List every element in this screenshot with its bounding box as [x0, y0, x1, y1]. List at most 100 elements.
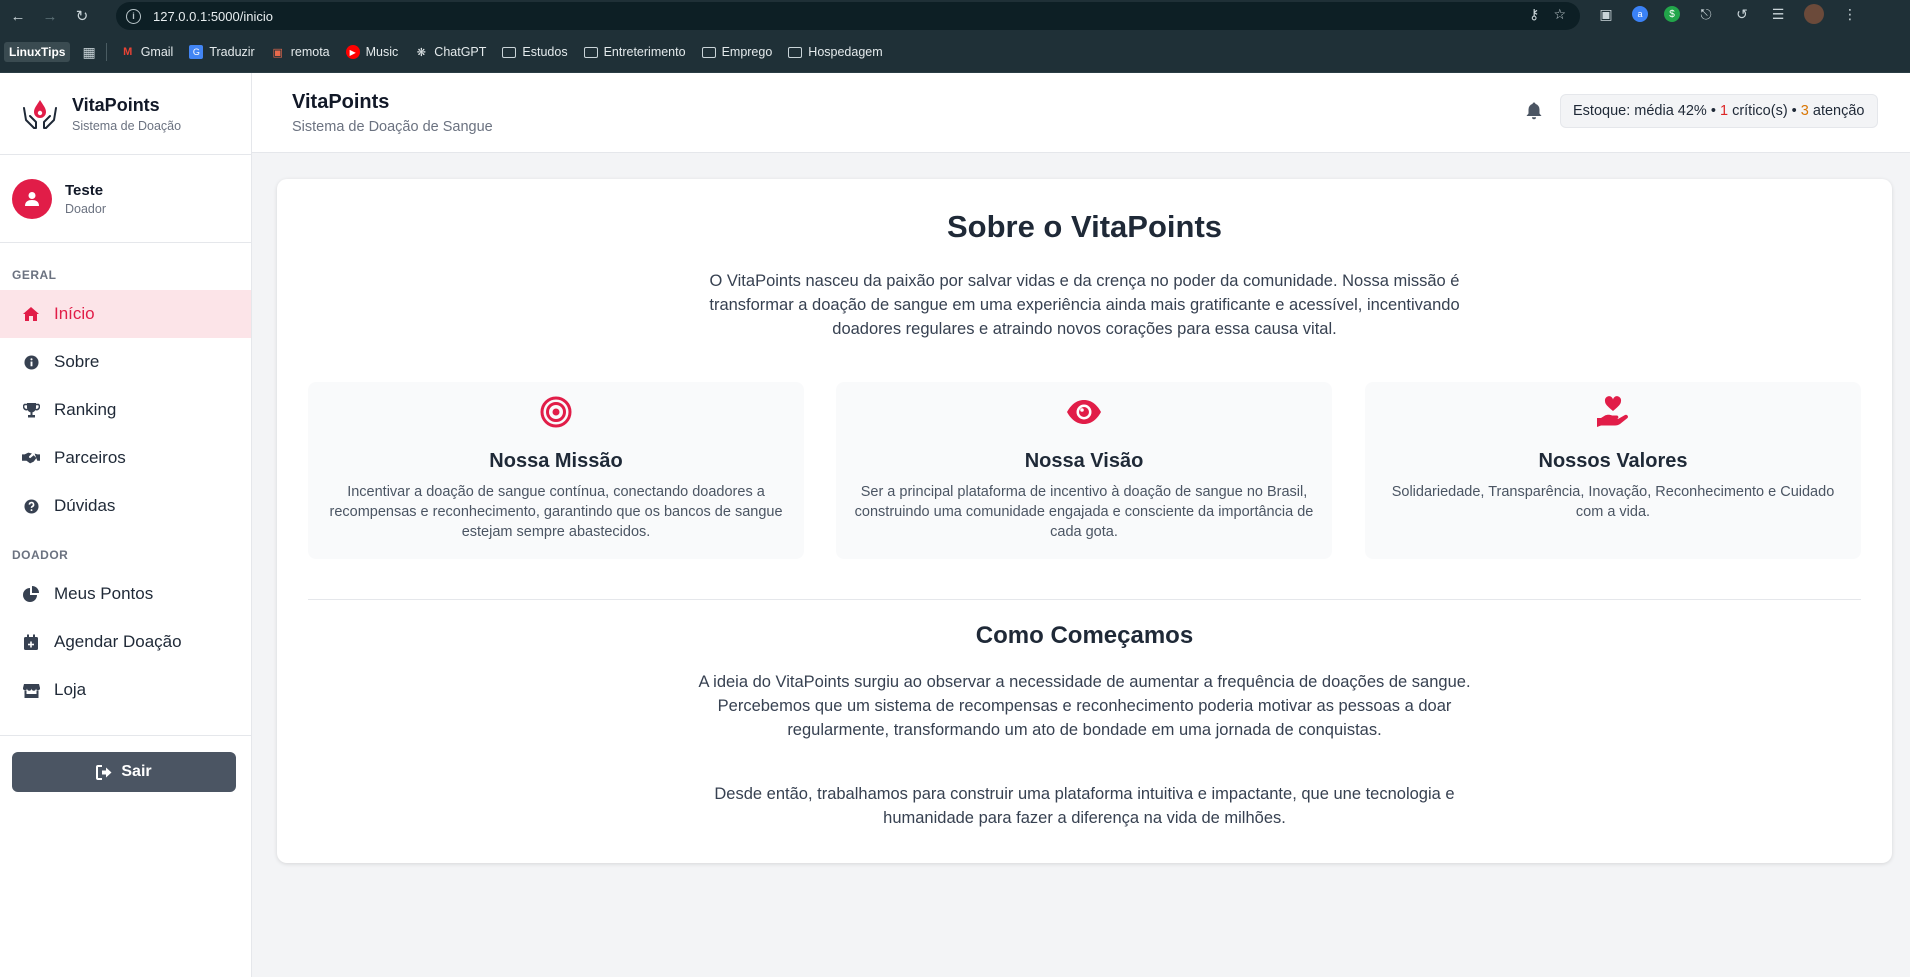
section-divider: [308, 599, 1861, 600]
address-bar[interactable]: i 127.0.0.1:5000/inicio ⚷ ☆: [116, 2, 1580, 30]
profile-avatar[interactable]: [1804, 4, 1824, 24]
sign-out-icon: [96, 764, 112, 780]
translate-icon: G: [189, 45, 204, 59]
attention-label: atenção: [1812, 103, 1865, 119]
feature-text: Incentivar a doação de sangue contínua, …: [329, 484, 783, 540]
folder-icon: [788, 46, 803, 58]
eye-icon: [1067, 400, 1101, 424]
extensions-puzzle-icon[interactable]: ⎋: [1696, 4, 1716, 24]
bookmark-estudos[interactable]: Estudos: [502, 45, 568, 59]
browser-menu-icon[interactable]: ⋮: [1840, 4, 1860, 24]
top-header: VitaPoints Sistema de Doação de Sangue E…: [252, 73, 1910, 153]
user-profile[interactable]: Teste Doador: [0, 155, 251, 243]
folder-icon: [502, 46, 517, 58]
bookmark-separator: [105, 43, 107, 61]
sidebar-item-label: Agendar Doação: [54, 632, 182, 651]
history-icon[interactable]: ↺: [1732, 4, 1752, 24]
feature-title: Nossa Missão: [489, 450, 623, 472]
hand-holding-heart-icon: [1597, 396, 1628, 427]
bookmark-gmail[interactable]: M Gmail: [121, 45, 173, 59]
sidebar-item-label: Início: [54, 304, 95, 323]
logout-label: Sair: [121, 763, 152, 780]
bookmark-linuxtips[interactable]: LinuxTips: [4, 42, 71, 62]
store-icon: [22, 681, 40, 699]
reload-icon[interactable]: ↻: [68, 2, 96, 30]
attention-count: 3: [1800, 103, 1809, 119]
sidebar-item-parceiros[interactable]: Parceiros: [0, 434, 251, 482]
sidebar-item-loja[interactable]: Loja: [0, 666, 251, 714]
stock-status-badge[interactable]: Estoque: média 42% • 1 crítico(s) • 3 at…: [1560, 94, 1878, 128]
logout-button[interactable]: Sair: [12, 752, 236, 792]
bookmark-star-icon[interactable]: ☆: [1553, 6, 1566, 23]
critical-count: 1: [1719, 103, 1729, 119]
notification-bell-icon[interactable]: [1524, 101, 1544, 121]
apps-grid-icon[interactable]: ▦: [82, 44, 95, 61]
feature-card-missao: Nossa Missão Incentivar a doação de sang…: [308, 382, 804, 559]
back-icon[interactable]: ←: [4, 2, 32, 30]
calendar-plus-icon: [22, 633, 40, 651]
feature-text: Ser a principal plataforma de incentivo …: [854, 484, 1314, 540]
page-title: VitaPoints: [292, 91, 390, 113]
bookmark-remota[interactable]: ▣ remota: [271, 45, 330, 59]
feature-title: Nossa Visão: [1024, 450, 1144, 472]
sidebar-item-label: Loja: [54, 680, 87, 699]
section-label-geral: GERAL: [12, 268, 57, 282]
feature-card-visao: Nossa Visão Ser a principal plataforma d…: [836, 382, 1332, 559]
sidebar-item-ranking[interactable]: Ranking: [0, 386, 251, 434]
url-text: 127.0.0.1:5000/inicio: [153, 8, 273, 24]
story-paragraph-2: Desde então, trabalhamos para construir …: [714, 785, 1455, 827]
about-title: Sobre o VitaPoints: [946, 209, 1223, 244]
bookmark-hospedagem[interactable]: Hospedagem: [788, 45, 883, 59]
sidebar: VitaPoints Sistema de Doação Teste Doado…: [0, 73, 252, 977]
folder-icon: [583, 46, 598, 58]
stock-average: Estoque: média 42% •: [1573, 103, 1716, 119]
feature-title: Nossos Valores: [1538, 450, 1688, 472]
handshake-icon: [22, 449, 40, 467]
sidebar-item-label: Sobre: [54, 352, 100, 371]
page-subtitle: Sistema de Doação de Sangue: [292, 119, 493, 135]
about-card: Sobre o VitaPoints O VitaPoints nasceu d…: [277, 179, 1892, 863]
bookmark-music[interactable]: ▶ Music: [345, 45, 398, 59]
media-controls-icon[interactable]: ☰: [1768, 4, 1788, 24]
sidebar-item-label: Meus Pontos: [54, 584, 154, 603]
hands-blood-drop-logo-icon: [23, 99, 57, 129]
sidebar-item-duvidas[interactable]: Dúvidas: [0, 482, 251, 530]
tab-search-icon[interactable]: ▣: [1596, 4, 1616, 24]
user-avatar-icon: [12, 178, 52, 219]
sidebar-item-label: Ranking: [54, 400, 117, 419]
site-info-icon[interactable]: i: [126, 8, 141, 24]
remote-icon: ▣: [272, 46, 283, 59]
brand[interactable]: VitaPoints Sistema de Doação: [0, 73, 251, 155]
home-icon: [22, 305, 40, 323]
question-icon: [22, 497, 40, 515]
section-label-doador: DOADOR: [12, 548, 69, 562]
key-icon[interactable]: ⚷: [1529, 6, 1539, 23]
bookmark-entreterimento[interactable]: Entreterimento: [583, 45, 686, 59]
sidebar-item-label: Parceiros: [54, 448, 126, 467]
bookmark-traduzir[interactable]: G Traduzir: [189, 45, 255, 59]
dollar-extension-icon[interactable]: $: [1664, 6, 1680, 22]
target-icon: [540, 396, 572, 428]
youtube-music-icon: ▶: [345, 45, 360, 59]
trophy-icon: [22, 401, 40, 419]
bookmarks-bar: LinuxTips ▦ M Gmail G Traduzir ▣ remota ▶ Mu…: [0, 32, 1910, 73]
gmail-icon: M: [123, 46, 133, 58]
bookmark-emprego[interactable]: Emprego: [701, 45, 772, 59]
translate-extension-icon[interactable]: a: [1632, 6, 1648, 22]
brand-subtitle: Sistema de Doação: [72, 118, 182, 133]
sidebar-item-agendar-doacao[interactable]: Agendar Doação: [0, 618, 251, 666]
story-paragraph-1: A ideia do VitaPoints surgiu ao observar…: [698, 673, 1471, 739]
about-intro: O VitaPoints nasceu da paixão por salvar…: [709, 272, 1460, 338]
sidebar-item-meus-pontos[interactable]: Meus Pontos: [0, 570, 251, 618]
user-role: Doador: [65, 201, 106, 216]
sidebar-item-inicio[interactable]: Início: [0, 290, 251, 338]
chatgpt-icon: ❋: [416, 46, 426, 59]
info-icon: [22, 353, 40, 371]
sidebar-item-sobre[interactable]: Sobre: [0, 338, 251, 386]
story-title: Como Começamos: [975, 622, 1194, 649]
bookmark-chatgpt[interactable]: ❋ ChatGPT: [414, 45, 487, 59]
user-name: Teste: [65, 181, 104, 199]
forward-icon[interactable]: →: [36, 2, 64, 30]
sidebar-item-label: Dúvidas: [54, 496, 116, 515]
feature-text: Solidariedade, Transparência, Inovação, …: [1391, 484, 1835, 520]
